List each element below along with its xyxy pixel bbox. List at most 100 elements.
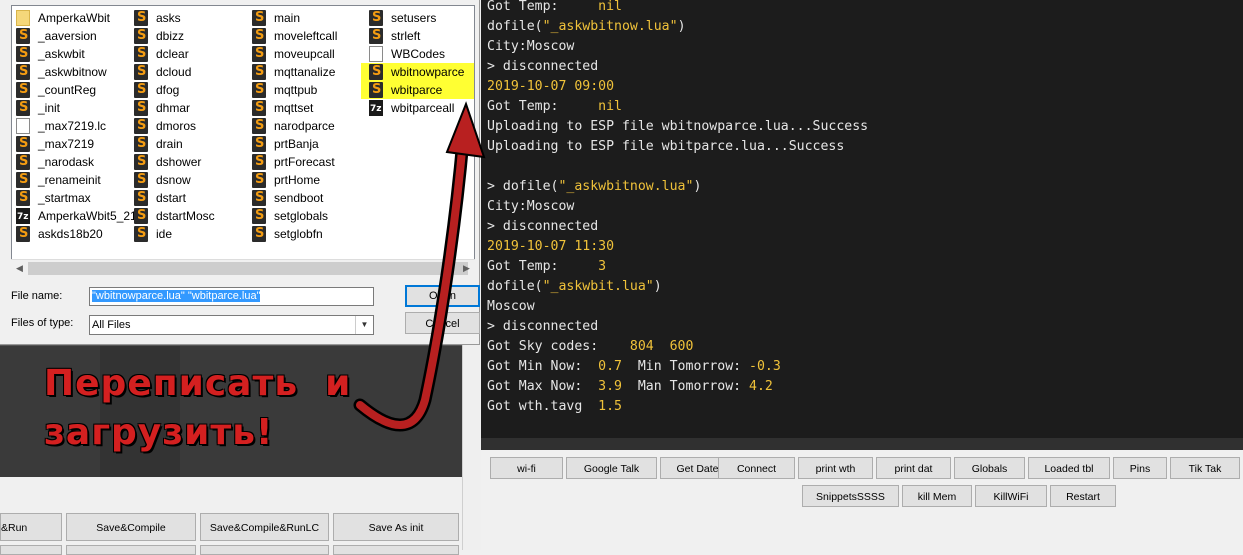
file-item-label: wbitnowparce bbox=[391, 63, 465, 81]
console-segment: ) bbox=[693, 179, 702, 194]
lua-icon bbox=[252, 99, 266, 117]
folder-icon bbox=[16, 10, 30, 26]
console-segment: Got Min Now: bbox=[487, 359, 599, 374]
file-item-label: WBCodes bbox=[391, 47, 446, 61]
google-talk-button[interactable]: Google Talk bbox=[566, 457, 657, 479]
globals-button[interactable]: Globals bbox=[954, 457, 1025, 479]
scroll-thumb[interactable] bbox=[28, 262, 468, 275]
console-input-strip[interactable] bbox=[480, 438, 1243, 450]
file-item-label: ide bbox=[156, 227, 173, 241]
console-segment: "_askwbitnow.lua" bbox=[542, 19, 678, 34]
snippets-button[interactable]: SnippetsSSSS bbox=[802, 485, 899, 507]
file-item-label: _askwbitnow bbox=[38, 65, 107, 79]
editor-button-row2-1[interactable] bbox=[0, 545, 62, 555]
annotation-line-2: загрузить! bbox=[44, 412, 274, 453]
lua-icon bbox=[252, 27, 266, 45]
lua-icon bbox=[16, 81, 30, 99]
console-segment: > disconnected bbox=[487, 319, 599, 334]
lua-icon bbox=[134, 153, 148, 171]
editor-button-bar: &Run Save&Compile Save&Compile&RunLC Sav… bbox=[0, 477, 462, 555]
file-item-label: _askwbit bbox=[38, 47, 85, 61]
print-dat-button[interactable]: print dat bbox=[876, 457, 951, 479]
console-line: Got Temp: nil bbox=[487, 0, 622, 17]
console-line: Moscow bbox=[487, 297, 535, 317]
kill-wifi-button[interactable]: KillWiFi bbox=[975, 485, 1047, 507]
file-name-input[interactable]: "wbitnowparce.lua" "wbitparce.lua" bbox=[89, 287, 374, 306]
lua-icon bbox=[134, 189, 148, 207]
file-item-label: dshower bbox=[156, 155, 202, 169]
horizontal-scrollbar[interactable]: ◀ ▶ bbox=[11, 259, 475, 277]
lua-icon bbox=[134, 99, 148, 117]
file-type-select[interactable]: All Files ▼ bbox=[89, 315, 374, 335]
file-item-label: dsnow bbox=[156, 173, 191, 187]
file-item-label: askds18b20 bbox=[38, 227, 103, 241]
lua-icon bbox=[252, 117, 266, 135]
console-line: Got Sky codes: 804 600 bbox=[487, 337, 693, 357]
lua-icon bbox=[16, 63, 30, 81]
console-line: City:Moscow bbox=[487, 197, 574, 217]
editor-button-row2-2[interactable] bbox=[66, 545, 196, 555]
console-segment: Got Sky codes: bbox=[487, 339, 630, 354]
save-compile-button[interactable]: Save&Compile bbox=[66, 513, 196, 541]
wifi-button[interactable]: wi-fi bbox=[490, 457, 563, 479]
editor-button-row2-4[interactable] bbox=[333, 545, 459, 555]
chevron-down-icon[interactable]: ▼ bbox=[355, 316, 373, 334]
lua-icon bbox=[252, 207, 266, 225]
run-button[interactable]: &Run bbox=[0, 513, 62, 541]
lua-icon bbox=[134, 45, 148, 63]
save-compile-runlc-button[interactable]: Save&Compile&RunLC bbox=[200, 513, 329, 541]
lua-icon bbox=[134, 171, 148, 189]
command-button-panel: wi-fi Google Talk Get Date Connect print… bbox=[480, 450, 1243, 550]
lua-icon bbox=[252, 135, 266, 153]
console-line: Got Max Now: 3.9 Man Tomorrow: 4.2 bbox=[487, 377, 773, 397]
file-item[interactable]: wbitnowparce bbox=[361, 63, 474, 81]
console-segment: Got Temp: bbox=[487, 99, 599, 114]
file-item-label: prtHome bbox=[274, 173, 321, 187]
loaded-tbl-button[interactable]: Loaded tbl bbox=[1028, 457, 1110, 479]
pins-button[interactable]: Pins bbox=[1113, 457, 1167, 479]
console-segment: City:Moscow bbox=[487, 39, 575, 54]
file-item-label: dstartMosc bbox=[156, 209, 215, 223]
file-item[interactable]: wbitparce bbox=[361, 81, 474, 99]
console-line: 2019-10-07 11:30 bbox=[487, 237, 614, 257]
cancel-button[interactable]: Cancel bbox=[405, 312, 480, 334]
connect-button[interactable]: Connect bbox=[718, 457, 795, 479]
kill-mem-button[interactable]: kill Mem bbox=[902, 485, 972, 507]
lua-icon bbox=[134, 9, 148, 27]
console-segment: Got Temp: bbox=[487, 259, 599, 274]
lua-icon bbox=[16, 99, 30, 117]
7z-icon bbox=[16, 208, 30, 226]
editor-button-row2-3[interactable] bbox=[200, 545, 329, 555]
console-line: Uploading to ESP file wbitparce.lua...Su… bbox=[487, 137, 844, 157]
file-item-label: setusers bbox=[391, 11, 437, 25]
lua-icon bbox=[134, 27, 148, 45]
console-segment: "_askwbit.lua" bbox=[542, 279, 654, 294]
file-item-label: sendboot bbox=[274, 191, 324, 205]
file-item-label: _init bbox=[38, 101, 61, 115]
file-item-label: moveupcall bbox=[274, 47, 335, 61]
lua-icon bbox=[16, 135, 30, 153]
console-segment: City:Moscow bbox=[487, 199, 575, 214]
lua-icon bbox=[16, 27, 30, 45]
lua-icon bbox=[16, 171, 30, 189]
restart-button[interactable]: Restart bbox=[1050, 485, 1116, 507]
tik-tak-button[interactable]: Tik Tak bbox=[1170, 457, 1240, 479]
scroll-right-icon[interactable]: ▶ bbox=[458, 260, 475, 277]
print-wth-button[interactable]: print wth bbox=[798, 457, 873, 479]
console-line: Uploading to ESP file wbitnowparce.lua..… bbox=[487, 117, 868, 137]
lua-icon bbox=[252, 9, 266, 27]
console-segment: 1.5 bbox=[598, 399, 622, 414]
file-item-label: narodparce bbox=[274, 119, 335, 133]
lua-icon bbox=[134, 135, 148, 153]
scroll-left-icon[interactable]: ◀ bbox=[11, 260, 28, 277]
file-item-label: AmperkaWbit5_21 bbox=[38, 209, 137, 223]
open-file-dialog: AmperkaWbit _aaversion _askwbit _askwbitnow… bbox=[0, 0, 480, 345]
save-as-init-button[interactable]: Save As init bbox=[333, 513, 459, 541]
console-segment: Man Tomorrow: bbox=[621, 379, 750, 394]
file-item-label: drain bbox=[156, 137, 183, 151]
file-item-label: wbitparceall bbox=[391, 101, 455, 115]
open-button[interactable]: Open bbox=[405, 285, 480, 307]
console-segment: -0.3 bbox=[749, 359, 781, 374]
file-list: AmperkaWbit _aaversion _askwbit _askwbitnow… bbox=[11, 5, 475, 276]
file-type-label: Files of type: bbox=[11, 317, 74, 329]
